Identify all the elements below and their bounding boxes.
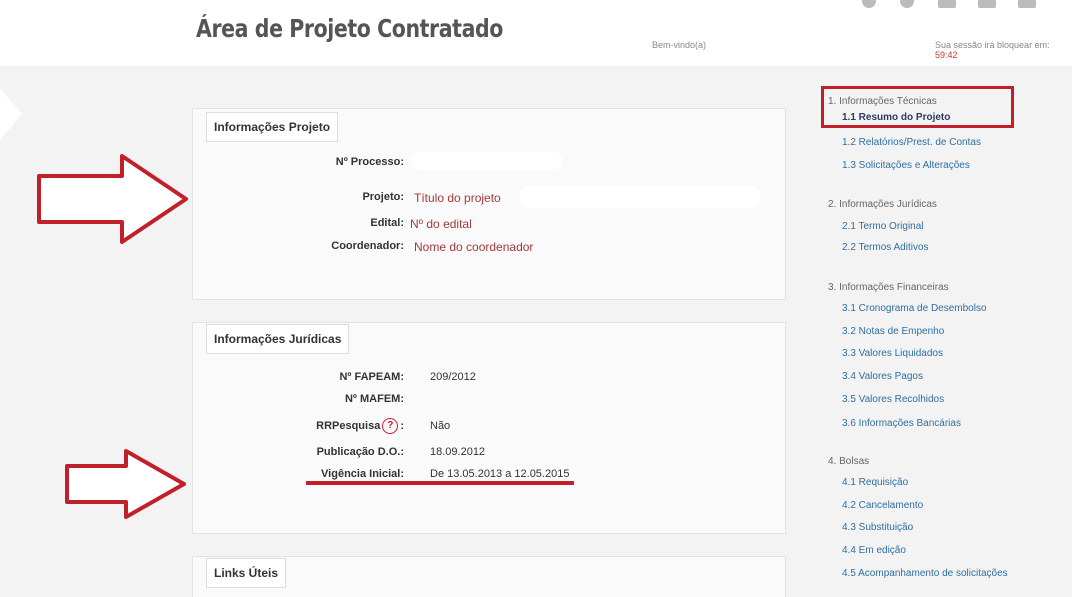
mail-icon[interactable]	[938, 0, 956, 8]
sidebar-section-title: 2. Informações Jurídicas	[828, 199, 937, 210]
field-label: RRPesquisa	[316, 419, 381, 432]
logout-icon[interactable]	[1018, 0, 1036, 8]
field-value: Nome do coordenador	[414, 240, 534, 254]
sidebar-item-termos-aditivos[interactable]: 2.2 Termos Aditivos	[842, 242, 929, 253]
home-icon[interactable]	[978, 0, 996, 8]
field-publicacao: Publicação D.O.: 18.09.2012	[300, 446, 485, 460]
informacoes-juridicas-heading: Informações Jurídicas	[206, 324, 350, 354]
sidebar-section-title: 3. Informações Financeiras	[828, 282, 949, 293]
redacted-value	[520, 186, 760, 208]
field-label: Coordenador:	[331, 240, 404, 252]
field-label: Edital:	[370, 217, 404, 229]
informacoes-projeto-heading: Informações Projeto	[206, 112, 339, 142]
field-value: 209/2012	[430, 371, 476, 383]
sidebar-item-requisicao[interactable]: 4.1 Requisição	[842, 477, 908, 488]
redacted-value	[412, 152, 562, 170]
sidebar-item-info-bancarias[interactable]: 3.6 Informações Bancárias	[842, 418, 961, 429]
field-vigencia: Vigência Inicial: De 13.05.2013 a 12.05.…	[300, 468, 569, 482]
help-circle-icon[interactable]: ?	[382, 418, 399, 434]
sidebar-item-solicitacoes[interactable]: 1.3 Solicitações e Alterações	[842, 160, 970, 171]
header-icons	[862, 0, 1052, 10]
field-label-wrap: RRPesquisa?:	[316, 418, 404, 434]
decorative-wedge	[0, 88, 22, 140]
sidebar-item-relatorios[interactable]: 1.2 Relatórios/Prest. de Contas	[842, 137, 981, 148]
field-value: Título do projeto	[414, 191, 501, 205]
field-label: Publicação D.O.:	[316, 446, 404, 458]
session-label: Sua sessão irá bloquear em:	[935, 40, 1050, 50]
session-time: 59:42	[935, 50, 958, 60]
field-projeto: Projeto: Título do projeto	[300, 191, 500, 207]
welcome-text: Bem-vindo(a)	[652, 40, 707, 50]
arrow-right-outline-icon	[65, 449, 186, 519]
sidebar-item-valores-pagos[interactable]: 3.4 Valores Pagos	[842, 371, 923, 382]
sidebar-item-valores-recolhidos[interactable]: 3.5 Valores Recolhidos	[842, 394, 944, 405]
sidebar-section-title: 4. Bolsas	[828, 456, 870, 467]
field-label: Nº Processo:	[335, 156, 404, 168]
field-label: Nº MAFEM:	[344, 393, 404, 405]
sidebar-item-termo-original[interactable]: 2.1 Termo Original	[842, 221, 924, 232]
sidebar-item-cronograma[interactable]: 3.1 Cronograma de Desembolso	[842, 303, 987, 314]
field-fapeam: Nº FAPEAM: 209/2012	[300, 371, 475, 385]
sidebar-item-em-edicao[interactable]: 4.4 Em edição	[842, 545, 906, 556]
user-icon[interactable]	[862, 0, 876, 8]
highlight-box	[821, 86, 1014, 128]
highlight-underline	[306, 481, 574, 485]
settings-icon[interactable]	[900, 0, 914, 8]
session-timer: Sua sessão irá bloquear em: 59:42	[935, 40, 1072, 60]
sidebar-item-substituicao[interactable]: 4.3 Substituição	[842, 522, 913, 533]
field-label: Nº FAPEAM:	[339, 371, 404, 383]
page-header: Área de Projeto Contratado Bem-vindo(a) …	[0, 0, 1072, 66]
field-value: 18.09.2012	[430, 446, 486, 458]
sidebar-item-acompanhamento[interactable]: 4.5 Acompanhamento de solicitações	[842, 568, 1008, 579]
field-rrpesquisa: RRPesquisa?: Não	[280, 418, 450, 436]
field-label: Vigência Inicial:	[321, 468, 404, 480]
field-label: Projeto:	[362, 191, 404, 203]
field-value: Não	[430, 420, 451, 432]
page-title: Área de Projeto Contratado	[196, 14, 503, 43]
field-value: De 13.05.2013 a 12.05.2015	[430, 468, 570, 480]
field-value: Nº do edital	[410, 217, 472, 231]
sidebar-item-cancelamento[interactable]: 4.2 Cancelamento	[842, 500, 923, 511]
links-uteis-heading: Links Úteis	[206, 558, 287, 588]
arrow-right-outline-icon	[37, 154, 188, 244]
field-mafem: Nº MAFEM:	[300, 393, 404, 407]
sidebar-item-valores-liquidados[interactable]: 3.3 Valores Liquidados	[842, 348, 943, 359]
sidebar-item-notas-empenho[interactable]: 3.2 Notas de Empenho	[842, 326, 944, 337]
field-edital: Edital: Nº do edital	[300, 217, 471, 233]
field-coordenador: Coordenador: Nome do coordenador	[300, 240, 533, 256]
